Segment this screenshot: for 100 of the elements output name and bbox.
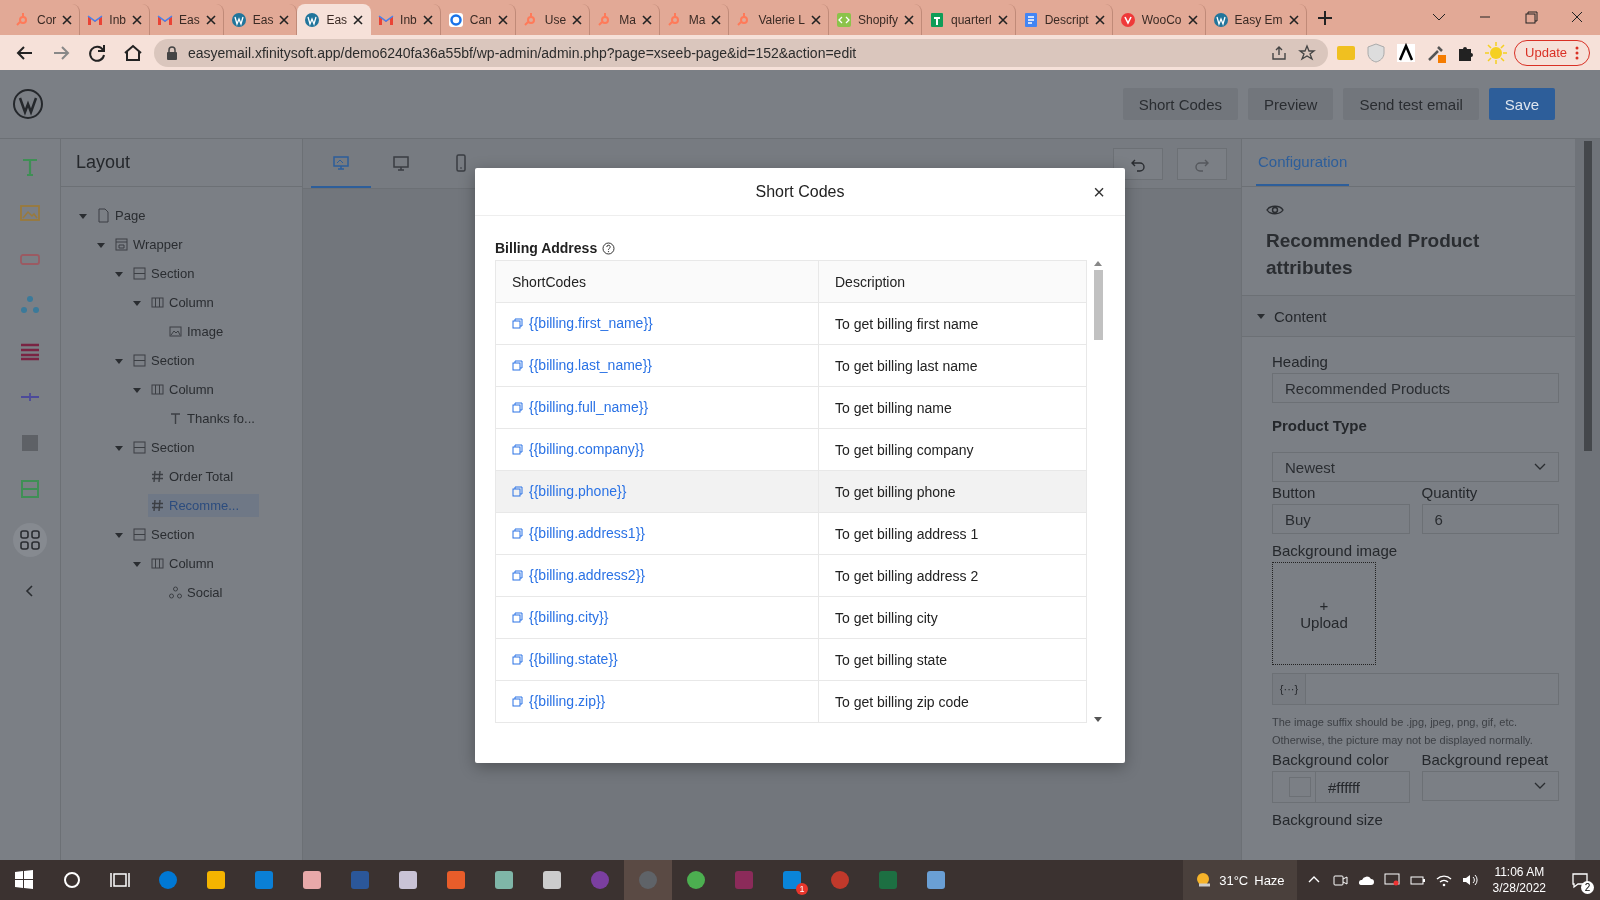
tree-item[interactable]: Section bbox=[130, 349, 215, 372]
desktop-icon bbox=[332, 153, 350, 172]
copy-icon[interactable] bbox=[512, 611, 523, 623]
header-button[interactable]: Send test email bbox=[1343, 88, 1479, 120]
close-icon[interactable] bbox=[1288, 14, 1299, 25]
close-icon[interactable] bbox=[497, 14, 508, 25]
address-bar[interactable]: easyemail.xfinitysoft.app/demo6240fa36a55bf/wp-admin/admin.php?page=xseeb-page&id=152&action=edit bbox=[154, 38, 1329, 67]
page-icon bbox=[96, 208, 111, 223]
star-icon[interactable] bbox=[1298, 43, 1317, 62]
tree-item[interactable]: Order Total bbox=[148, 465, 254, 488]
tree-item[interactable]: Column bbox=[148, 378, 234, 401]
content-section-header[interactable]: Content bbox=[1242, 296, 1575, 337]
shortcode-link[interactable]: {{billing.first_name}} bbox=[512, 315, 653, 332]
shortcode-link[interactable]: {{billing.zip}} bbox=[512, 693, 606, 710]
notification-badge: 1 bbox=[796, 883, 808, 895]
copy-icon[interactable] bbox=[512, 443, 523, 455]
table-cell: To get billing state bbox=[818, 638, 1087, 681]
header-button[interactable]: Preview bbox=[1248, 88, 1334, 120]
close-icon[interactable] bbox=[1094, 14, 1105, 25]
color-input[interactable]: #ffffff bbox=[1272, 771, 1410, 803]
chevron-down-icon bbox=[1534, 463, 1546, 471]
tree-item[interactable]: Thanks fo... bbox=[166, 407, 275, 430]
header-button[interactable]: Short Codes bbox=[1122, 88, 1239, 120]
grid-button[interactable] bbox=[13, 523, 47, 557]
close-icon[interactable] bbox=[810, 14, 821, 25]
tree-item[interactable]: Image bbox=[166, 320, 244, 343]
table-cell: To get billing phone bbox=[818, 470, 1087, 513]
close-icon[interactable] bbox=[205, 14, 216, 25]
image-url-input[interactable]: {···} bbox=[1272, 673, 1559, 705]
chevron-down-icon bbox=[1534, 782, 1546, 790]
copy-icon[interactable] bbox=[512, 569, 523, 581]
tree-item[interactable]: Section bbox=[130, 262, 215, 285]
shortcode-link[interactable]: {{billing.last_name}} bbox=[512, 357, 652, 374]
copy-icon[interactable] bbox=[512, 317, 523, 329]
code-icon bbox=[835, 11, 852, 28]
wordpress-logo-icon bbox=[1212, 11, 1229, 28]
close-icon[interactable] bbox=[132, 14, 143, 25]
copy-icon[interactable] bbox=[512, 359, 523, 371]
section-icon bbox=[132, 353, 147, 368]
header-button[interactable]: Save bbox=[1488, 88, 1555, 120]
section-icon bbox=[132, 440, 147, 455]
grid-icon bbox=[18, 528, 42, 552]
columns-icon bbox=[150, 382, 165, 397]
hint-text: The image suffix should be .jpg, jpeg, png, gif, etc. Otherwise, the picture may not be displayed normally. bbox=[1272, 715, 1534, 748]
undo-button[interactable] bbox=[1113, 147, 1163, 180]
tree-item[interactable]: Wrapper bbox=[112, 233, 203, 256]
quantity-input[interactable]: 6 bbox=[1421, 504, 1559, 534]
tree-item[interactable]: Section bbox=[130, 436, 215, 459]
tree-item[interactable]: Column bbox=[148, 291, 234, 314]
tree-item[interactable]: Section bbox=[130, 523, 215, 546]
scroll-down-icon[interactable] bbox=[1094, 717, 1102, 723]
product-type-select[interactable]: Newest bbox=[1272, 452, 1559, 482]
close-icon[interactable] bbox=[62, 14, 73, 25]
plus-icon[interactable] bbox=[1316, 9, 1333, 26]
columns-icon bbox=[150, 295, 165, 310]
tree-item[interactable]: Column bbox=[148, 552, 234, 575]
copy-icon[interactable] bbox=[512, 527, 523, 539]
table-cell: To get billing name bbox=[818, 386, 1087, 429]
copy-icon[interactable] bbox=[512, 653, 523, 665]
copy-icon[interactable] bbox=[512, 695, 523, 707]
close-icon[interactable] bbox=[572, 14, 583, 25]
close-icon[interactable] bbox=[711, 14, 722, 25]
document-icon bbox=[1022, 11, 1039, 28]
windows-start-icon[interactable] bbox=[12, 868, 36, 892]
shortcode-link[interactable]: {{billing.address1}} bbox=[512, 525, 645, 542]
close-icon[interactable] bbox=[904, 14, 914, 25]
shortcode-link[interactable]: {{billing.city}} bbox=[512, 609, 609, 626]
shortcode-link[interactable]: {{billing.state}} bbox=[512, 651, 618, 668]
tree-item[interactable]: Page bbox=[94, 204, 166, 227]
caret-icon bbox=[1256, 311, 1266, 321]
shortcode-link[interactable]: {{billing.address2}} bbox=[512, 567, 645, 584]
more-icon bbox=[1575, 45, 1579, 60]
hash-icon bbox=[150, 469, 165, 484]
scroll-up-icon[interactable] bbox=[1094, 260, 1102, 266]
close-icon[interactable] bbox=[279, 14, 290, 25]
shortcode-link[interactable]: {{billing.phone}} bbox=[512, 483, 627, 500]
dialog-title: Short Codes bbox=[755, 182, 845, 201]
shortcode-link[interactable]: {{billing.company}} bbox=[512, 441, 645, 458]
tree-item[interactable]: Social bbox=[166, 581, 243, 604]
close-button[interactable]: × bbox=[1087, 180, 1111, 205]
close-icon[interactable] bbox=[641, 14, 652, 25]
browser-tab[interactable]: Eas bbox=[297, 4, 372, 35]
help-icon[interactable] bbox=[602, 241, 616, 255]
section-icon bbox=[132, 527, 147, 542]
close-icon[interactable] bbox=[997, 14, 1008, 25]
close-icon[interactable] bbox=[1187, 14, 1198, 25]
wordpress-logo-icon[interactable] bbox=[12, 88, 44, 120]
scrollbar-thumb[interactable] bbox=[1583, 141, 1592, 451]
heading-input[interactable]: Recommended Products bbox=[1272, 373, 1559, 403]
field-label: Background image bbox=[1272, 542, 1399, 559]
button-text-input[interactable]: Buy bbox=[1272, 504, 1410, 534]
copy-icon[interactable] bbox=[512, 401, 523, 413]
copy-icon[interactable] bbox=[512, 485, 523, 497]
close-icon[interactable] bbox=[422, 14, 433, 25]
shortcode-link[interactable]: {{billing.full_name}} bbox=[512, 399, 649, 416]
upload-button[interactable]: + Upload bbox=[1272, 562, 1376, 665]
wrapper-icon bbox=[114, 237, 129, 252]
close-icon[interactable] bbox=[353, 14, 364, 25]
table-cell: To get billing address 2 bbox=[818, 554, 1087, 597]
scrollbar-thumb[interactable] bbox=[1093, 270, 1103, 340]
